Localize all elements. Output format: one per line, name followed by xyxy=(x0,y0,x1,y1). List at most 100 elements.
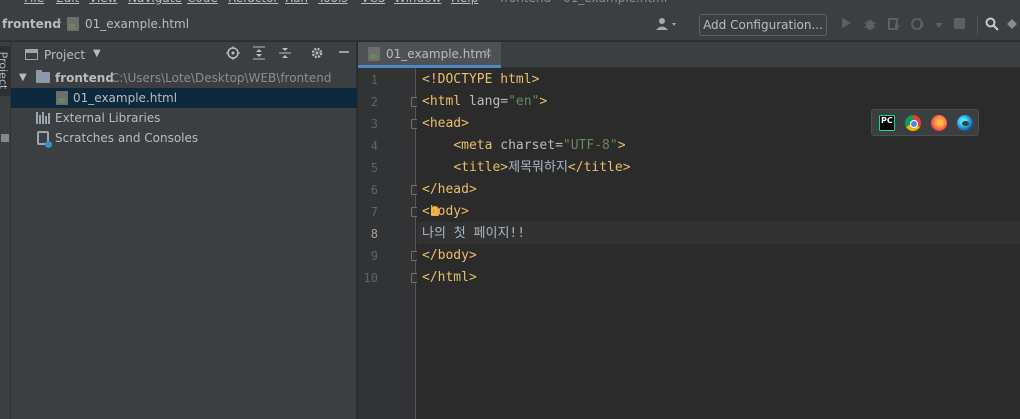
gear-icon[interactable] xyxy=(309,46,325,62)
browser-preview-popup: PC xyxy=(871,109,979,136)
chevron-down-icon[interactable]: ▼ xyxy=(19,68,27,88)
code-token: > xyxy=(539,94,548,109)
folder-icon xyxy=(36,70,50,83)
code-line[interactable]: <head> xyxy=(422,113,469,135)
code-token: <title> xyxy=(453,160,509,175)
line-number: 1 xyxy=(370,73,378,87)
code-token: <meta xyxy=(453,138,501,153)
profile-icon[interactable] xyxy=(910,17,926,33)
tree-item-frontend[interactable]: ▼ frontend C:\Users\Lote\Desktop\WEB\fro… xyxy=(11,68,357,88)
menu-item-edit[interactable]: Edit xyxy=(56,0,79,5)
line-number: 5 xyxy=(370,161,378,175)
menu-item-vcs[interactable]: VCS xyxy=(361,0,385,5)
line-number: 8 xyxy=(370,227,378,241)
menu-item-file[interactable]: File xyxy=(24,0,44,5)
code-token: <!DOCTYPE html> xyxy=(422,72,540,87)
project-view-icon xyxy=(25,49,38,60)
code-token: <html xyxy=(422,94,469,109)
menu-item-run[interactable]: Run xyxy=(285,0,308,5)
line-number: 7 xyxy=(370,205,378,219)
chrome-icon[interactable] xyxy=(905,115,921,131)
debug-icon[interactable] xyxy=(862,17,878,33)
coverage-icon[interactable] xyxy=(886,17,902,33)
code-token: </head> xyxy=(422,182,477,197)
code-token: 나의 첫 페이지!! xyxy=(422,226,526,241)
code-token: "en" xyxy=(508,94,540,109)
editor-tabs: 01_example.html × xyxy=(358,42,1020,68)
line-number: 3 xyxy=(370,117,378,131)
code-line[interactable]: <html lang="en"> xyxy=(422,91,547,113)
code-line[interactable]: </head> xyxy=(422,179,477,201)
code-line[interactable]: </body> xyxy=(422,245,477,267)
line-number: 9 xyxy=(370,249,378,263)
edge-icon[interactable] xyxy=(957,115,973,131)
line-number: 2 xyxy=(370,95,378,109)
structure-tool-icon[interactable] xyxy=(1,134,9,142)
breadcrumb-project[interactable]: frontend xyxy=(2,17,61,31)
breadcrumb-separator-icon: › xyxy=(57,15,63,30)
menu-item-refactor[interactable]: Refactor xyxy=(228,0,278,5)
window-title: frontend - 01_example.html xyxy=(500,0,667,5)
code-token: lang= xyxy=(468,94,509,109)
line-number: 6 xyxy=(370,183,378,197)
code-with-me-icon[interactable] xyxy=(1006,17,1020,33)
pycharm-icon[interactable]: PC xyxy=(879,115,895,131)
collapse-all-icon[interactable] xyxy=(277,46,293,62)
tree-item-scratches[interactable]: Scratches and Consoles xyxy=(11,128,357,148)
code-token: </title> xyxy=(567,160,631,175)
code-token: <head> xyxy=(422,116,469,131)
html-file-icon xyxy=(56,91,68,105)
editor-gutter: 1 2 3 4 5 6 7 8 9 10 xyxy=(358,68,420,419)
code-line[interactable]: <!DOCTYPE html> xyxy=(422,69,539,91)
breadcrumb-file[interactable]: 01_example.html xyxy=(85,17,189,31)
firefox-icon[interactable] xyxy=(931,115,947,131)
code-token: "UTF-8" xyxy=(562,138,618,153)
tree-item-path: C:\Users\Lote\Desktop\WEB\frontend xyxy=(111,71,332,85)
code-token: </body> xyxy=(422,248,477,263)
tree-item-external-libraries[interactable]: External Libraries xyxy=(11,108,357,128)
tool-window-stripe: Project xyxy=(0,42,11,419)
project-view-label[interactable]: Project xyxy=(44,48,85,62)
user-icon[interactable] xyxy=(655,16,681,32)
run-icon[interactable] xyxy=(838,17,854,33)
menu-item-window[interactable]: Window xyxy=(394,0,441,5)
tree-item-label: 01_example.html xyxy=(73,91,178,105)
code-token: </html> xyxy=(422,270,477,285)
tab-01-example-html[interactable]: 01_example.html × xyxy=(358,42,501,68)
project-panel: Project ▼ ▼ frontend C:\Users\Lote\Deskt… xyxy=(11,42,357,419)
expand-all-icon[interactable] xyxy=(251,46,267,62)
add-configuration-button[interactable]: Add Configuration... xyxy=(699,14,827,36)
tree-item-file[interactable]: 01_example.html xyxy=(11,88,357,108)
menu-item-view[interactable]: View xyxy=(89,0,117,5)
search-icon[interactable] xyxy=(984,17,1000,33)
project-panel-header: Project ▼ xyxy=(11,42,357,67)
project-tool-tab[interactable]: Project xyxy=(0,46,11,96)
html-file-icon xyxy=(67,17,79,31)
navigation-bar: frontend › 01_example.html Add Configura… xyxy=(0,6,1020,41)
library-icon xyxy=(36,112,50,124)
chevron-down-icon[interactable]: ▼ xyxy=(93,48,101,59)
code-line[interactable]: <body> xyxy=(422,201,469,223)
run-options-dropdown-icon[interactable] xyxy=(931,17,947,33)
code-line[interactable]: 나의 첫 페이지!! xyxy=(422,223,525,245)
menu-item-code[interactable]: Code xyxy=(187,0,218,5)
toolbar-divider xyxy=(977,15,978,35)
tree-item-label: frontend xyxy=(55,71,114,85)
close-icon[interactable]: × xyxy=(483,46,493,60)
code-token: <body> xyxy=(422,204,469,219)
code-line[interactable]: <meta charset="UTF-8"> xyxy=(422,135,626,157)
hide-panel-icon[interactable] xyxy=(336,46,352,62)
code-token: > xyxy=(617,138,626,153)
tab-label: 01_example.html xyxy=(386,47,491,61)
stop-icon[interactable] xyxy=(951,17,967,33)
menu-item-tools[interactable]: Tools xyxy=(318,0,348,5)
locate-file-icon[interactable] xyxy=(225,46,241,62)
menu-item-navigate[interactable]: Navigate xyxy=(128,0,182,5)
code-token: 제목뭐하지 xyxy=(508,160,568,175)
line-number: 10 xyxy=(363,271,378,285)
menu-item-help[interactable]: Help xyxy=(451,0,478,5)
tree-item-label: External Libraries xyxy=(55,111,161,125)
code-line[interactable]: <title>제목뭐하지</title> xyxy=(422,157,631,179)
code-line[interactable]: </html> xyxy=(422,267,477,289)
